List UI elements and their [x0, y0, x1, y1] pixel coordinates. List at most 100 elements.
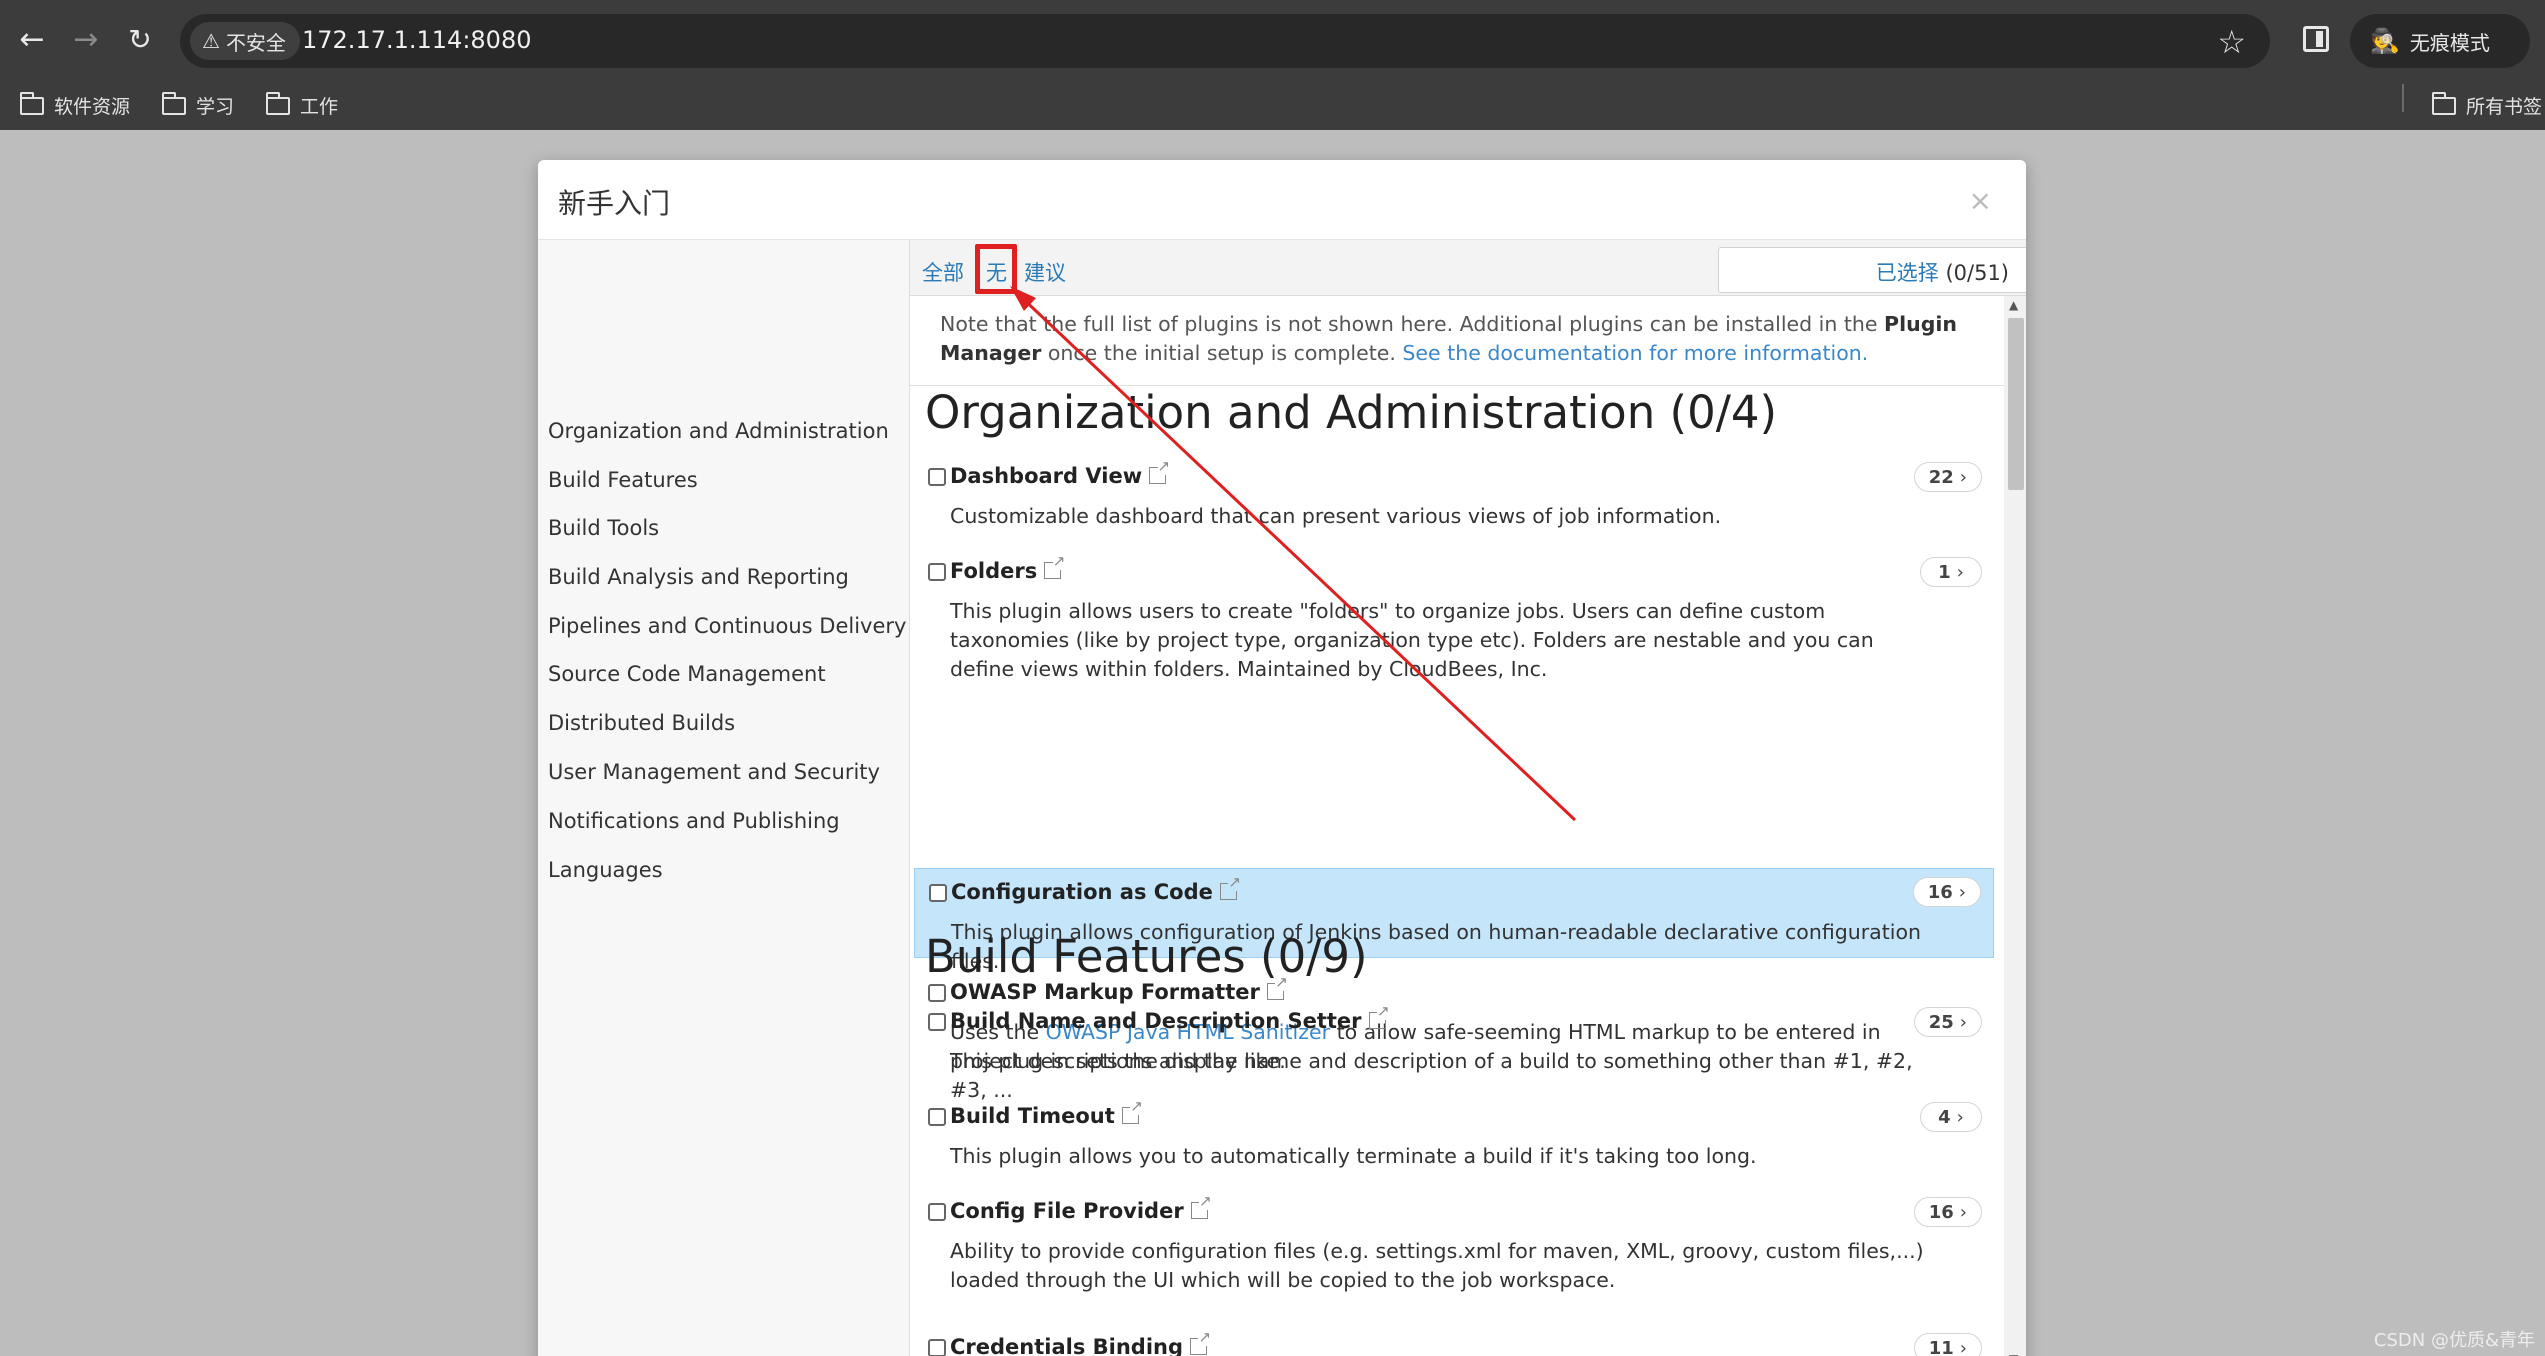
chevron-right-icon: ›: [1956, 561, 1964, 583]
plugin-name[interactable]: Credentials Binding: [950, 1329, 1212, 1356]
category-link[interactable]: Source Code Management: [548, 662, 826, 686]
bookmark-folder[interactable]: 学习: [161, 91, 235, 119]
category-link[interactable]: Notifications and Publishing: [548, 809, 840, 833]
plugin-item[interactable]: Build Timeout 4› This plugin allows you …: [914, 1098, 1994, 1190]
plugin-description: Ability to provide configuration files (…: [950, 1239, 1924, 1292]
folder-icon: [19, 91, 44, 115]
incognito-icon: 🕵: [2370, 27, 2400, 55]
side-panel-icon[interactable]: [2303, 26, 2329, 52]
plugin-name[interactable]: OWASP Markup Formatter: [950, 974, 1288, 1004]
setup-wizard-dialog: 新手入门 × Organization and Administration B…: [538, 160, 2026, 1356]
dependency-count-badge[interactable]: 4 ›: [1920, 1102, 1982, 1132]
external-link-icon: [1190, 1193, 1212, 1219]
select-suggested-link[interactable]: 建议: [1024, 257, 1066, 287]
browser-chrome: ← → ↻ ⚠ 不安全 172.17.1.114:8080 ☆ 🕵 无痕模式 软…: [0, 0, 2545, 130]
chevron-right-icon: ›: [1959, 1201, 1967, 1223]
all-bookmarks-label: 所有书签: [2466, 96, 2543, 118]
external-link-icon: [1190, 1329, 1212, 1355]
external-link-icon: [1121, 1098, 1143, 1124]
plugin-name[interactable]: Dashboard View: [950, 458, 1171, 488]
selected-count[interactable]: 已选择 (0/51): [1876, 257, 2009, 287]
scrollbar-thumb[interactable]: [2008, 318, 2024, 490]
url-text[interactable]: 172.17.1.114:8080: [302, 26, 531, 54]
external-link-icon: [1368, 1003, 1390, 1029]
plugin-name[interactable]: Folders: [950, 553, 1066, 583]
plugin-description: This plug-in sets the display name and d…: [950, 1049, 1913, 1102]
external-link-icon: [1219, 874, 1241, 900]
dialog-title: 新手入门: [558, 187, 671, 220]
category-link[interactable]: Build Features: [548, 468, 698, 492]
category-link[interactable]: Organization and Administration: [548, 419, 889, 443]
plugin-name[interactable]: Build Name and Description Setter: [950, 1003, 1390, 1033]
plugin-checkbox[interactable]: [928, 563, 946, 581]
plugin-checkbox[interactable]: [928, 1108, 946, 1126]
plugin-item[interactable]: Folders 1› This plugin allows users to c…: [914, 553, 1994, 705]
plugin-name[interactable]: Build Timeout: [950, 1098, 1143, 1128]
address-bar[interactable]: ⚠ 不安全 172.17.1.114:8080 ☆: [180, 14, 2270, 68]
bookmark-star-icon[interactable]: ☆: [2217, 23, 2246, 61]
plugin-checkbox[interactable]: [928, 1013, 946, 1031]
plugin-checkbox[interactable]: [928, 468, 946, 486]
plugin-checkbox[interactable]: [929, 884, 947, 902]
section-title: Build Features (0/9): [925, 930, 1368, 983]
plugin-item[interactable]: Dashboard View 22› Customizable dashboar…: [914, 458, 1994, 550]
scroll-down-icon[interactable]: ▼: [2009, 1352, 2018, 1356]
folder-icon: [161, 91, 186, 115]
back-icon[interactable]: ←: [12, 20, 52, 60]
category-link[interactable]: Build Tools: [548, 516, 659, 540]
warning-icon: ⚠: [202, 29, 220, 53]
select-all-link[interactable]: 全部: [922, 257, 964, 287]
plugin-item[interactable]: Config File Provider 16› Ability to prov…: [914, 1193, 1994, 1315]
plugin-item[interactable]: Credentials Binding 11›: [914, 1329, 1994, 1356]
bookmarks-bar: 软件资源 学习 工作 所有书签: [0, 80, 2545, 130]
plugin-description: Customizable dashboard that can present …: [950, 504, 1722, 528]
documentation-link[interactable]: See the documentation for more informati…: [1402, 341, 1868, 365]
reload-icon[interactable]: ↻: [120, 20, 160, 60]
browser-toolbar: ← → ↻ ⚠ 不安全 172.17.1.114:8080 ☆ 🕵 无痕模式: [0, 0, 2545, 80]
section-title: Organization and Administration (0/4): [925, 386, 1778, 439]
plugin-list-scrollbar[interactable]: ▲ ▼: [2004, 296, 2026, 1356]
incognito-label: 无痕模式: [2409, 30, 2490, 55]
chevron-right-icon: ›: [1956, 1106, 1964, 1128]
dependency-count-badge[interactable]: 16 ›: [1913, 1197, 1982, 1227]
category-sidebar: Organization and Administration Build Fe…: [538, 240, 910, 1356]
bookmark-folder[interactable]: 工作: [265, 91, 339, 119]
plugin-checkbox[interactable]: [928, 1203, 946, 1221]
category-link[interactable]: User Management and Security: [548, 760, 880, 784]
watermark: CSDN @优质&青年: [2373, 1330, 2535, 1351]
scroll-up-icon[interactable]: ▲: [2009, 298, 2018, 312]
plugin-list-panel[interactable]: Note that the full list of plugins is no…: [910, 296, 2026, 1356]
selected-count-value: (0/51): [1945, 261, 2009, 285]
dependency-count-badge[interactable]: 1 ›: [1920, 557, 1982, 587]
bookmarks-divider: [2402, 84, 2404, 112]
plugin-item[interactable]: Build Name and Description Setter 25› Th…: [914, 1003, 1994, 1102]
external-link-icon: [1266, 974, 1288, 1000]
plugin-name[interactable]: Config File Provider: [950, 1193, 1212, 1223]
dependency-count-badge[interactable]: 22 ›: [1913, 462, 1982, 492]
selected-label: 已选择: [1875, 261, 1939, 285]
security-chip[interactable]: ⚠ 不安全: [190, 22, 300, 60]
plugin-checkbox[interactable]: [928, 984, 946, 1002]
all-bookmarks[interactable]: 所有书签: [2431, 91, 2543, 119]
dependency-count-badge[interactable]: 16 ›: [1912, 877, 1981, 907]
plugin-description: This plugin allows users to create "fold…: [950, 599, 1874, 681]
category-link[interactable]: Distributed Builds: [548, 711, 735, 735]
external-link-icon: [1044, 553, 1066, 579]
bookmark-label: 工作: [300, 96, 339, 118]
plugin-name[interactable]: Configuration as Code: [951, 874, 1241, 904]
chevron-right-icon: ›: [1959, 466, 1967, 488]
incognito-chip[interactable]: 🕵 无痕模式: [2350, 14, 2530, 68]
forward-icon[interactable]: →: [66, 20, 106, 60]
category-link[interactable]: Pipelines and Continuous Delivery: [548, 614, 906, 638]
plugin-manager-note: Note that the full list of plugins is no…: [910, 296, 2004, 386]
plugin-filter-bar: 全部 无 建议 × 已选择 (0/51): [910, 240, 2026, 296]
category-link[interactable]: Build Analysis and Reporting: [548, 565, 849, 589]
category-link[interactable]: Languages: [548, 858, 663, 882]
note-text: Note that the full list of plugins is no…: [940, 312, 1885, 336]
dependency-count-badge[interactable]: 11 ›: [1913, 1333, 1982, 1356]
close-icon[interactable]: ×: [1969, 184, 1992, 217]
bookmark-label: 学习: [196, 96, 235, 118]
bookmark-folder[interactable]: 软件资源: [19, 91, 130, 119]
plugin-checkbox[interactable]: [928, 1339, 946, 1356]
dependency-count-badge[interactable]: 25 ›: [1913, 1007, 1982, 1037]
